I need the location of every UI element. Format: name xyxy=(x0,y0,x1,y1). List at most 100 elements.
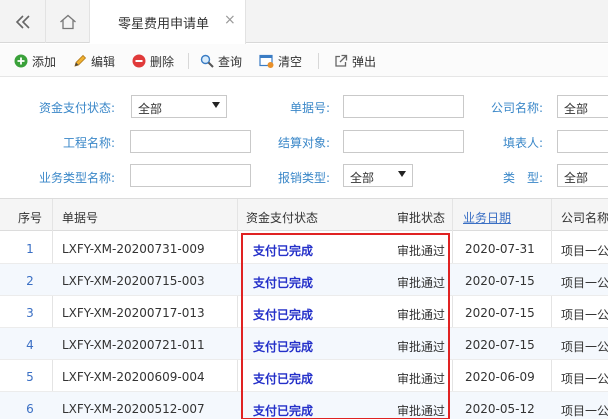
search-button[interactable]: 查询 xyxy=(200,52,242,70)
cell-biz-date: 2020-07-31 xyxy=(465,242,535,256)
cell-approve-status: 审批通过 xyxy=(397,340,446,354)
external-link-icon xyxy=(335,54,348,67)
pay-status-select[interactable]: 全部 xyxy=(131,95,227,118)
cell-pay-status: 支付已完成 xyxy=(253,340,314,354)
cell-index: 4 xyxy=(26,338,34,352)
table-row[interactable]: 2 LXFY-XM-20200715-003 支付已完成 审批通过 2020-07-15… xyxy=(0,264,608,296)
double-chevron-left-icon xyxy=(15,14,30,29)
plus-circle-icon xyxy=(14,54,28,68)
biztype-input[interactable] xyxy=(130,164,251,187)
column-header-biz-date[interactable]: 业务日期 xyxy=(463,209,511,226)
table-row[interactable]: 3 LXFY-XM-20200717-013 支付已完成 审批通过 2020-07-15… xyxy=(0,296,608,328)
reimb-type-value: 全部 xyxy=(350,171,375,185)
company-select[interactable]: 全部 xyxy=(557,95,608,118)
cell-index: 3 xyxy=(26,306,34,320)
add-button[interactable]: 添加 xyxy=(14,52,56,70)
tab-bar: 零星费用申请单 × xyxy=(0,0,608,44)
cell-company: 项目一公 xyxy=(561,404,608,418)
search-label: 查询 xyxy=(218,54,243,69)
column-header-index: 序号 xyxy=(18,211,43,225)
filler-input[interactable] xyxy=(557,130,608,153)
cell-doc-no: LXFY-XM-20200512-007 xyxy=(62,402,205,416)
settle-input[interactable] xyxy=(343,130,464,153)
cell-approve-status: 审批通过 xyxy=(397,276,446,290)
cell-approve-status: 审批通过 xyxy=(397,404,446,418)
settle-label: 结算对象: xyxy=(277,136,330,150)
toolbar: 添加 编辑 删除 查询 清空 弹出 xyxy=(0,44,608,77)
cell-index: 2 xyxy=(26,274,34,288)
cell-company: 项目一公 xyxy=(561,340,608,354)
column-header-pay-status[interactable]: 资金支付状态 xyxy=(246,209,318,226)
cell-index: 1 xyxy=(26,242,34,256)
caret-down-icon xyxy=(398,171,406,177)
toolbar-divider xyxy=(318,53,319,69)
cell-company: 项目一公 xyxy=(561,244,608,258)
reimb-type-label: 报销类型: xyxy=(277,171,330,185)
data-grid: 序号 单据号 资金支付状态 审批状态 业务日期 公司名称 1 LXFY-XM-20… xyxy=(0,198,608,419)
edit-button[interactable]: 编辑 xyxy=(73,52,115,70)
clear-button[interactable]: 清空 xyxy=(259,52,302,70)
home-icon xyxy=(59,14,76,29)
caret-down-icon xyxy=(212,102,220,108)
cell-biz-date: 2020-07-15 xyxy=(465,338,535,352)
home-tab[interactable] xyxy=(46,0,90,43)
delete-label: 删除 xyxy=(150,54,175,69)
table-row[interactable]: 1 LXFY-XM-20200731-009 支付已完成 审批通过 2020-07-31… xyxy=(0,232,608,264)
column-header-company[interactable]: 公司名称 xyxy=(561,209,608,226)
cell-biz-date: 2020-07-15 xyxy=(465,306,535,320)
cell-doc-no: LXFY-XM-20200717-013 xyxy=(62,306,205,320)
delete-button[interactable]: 删除 xyxy=(132,52,174,70)
clear-label: 清空 xyxy=(278,54,303,69)
popup-button[interactable]: 弹出 xyxy=(334,52,376,70)
cell-pay-status: 支付已完成 xyxy=(253,244,314,258)
column-header-doc-no[interactable]: 单据号 xyxy=(62,209,98,226)
cell-company: 项目一公 xyxy=(561,372,608,386)
biztype-label: 业务类型名称: xyxy=(38,171,115,185)
table-row[interactable]: 5 LXFY-XM-20200609-004 支付已完成 审批通过 2020-06-09… xyxy=(0,360,608,392)
type-label: 类 型: xyxy=(502,171,543,185)
cell-approve-status: 审批通过 xyxy=(397,244,446,258)
pencil-icon xyxy=(74,54,87,67)
company-value: 全部 xyxy=(564,102,589,116)
cell-doc-no: LXFY-XM-20200731-009 xyxy=(62,242,205,256)
close-icon[interactable]: × xyxy=(224,12,236,28)
filter-form: 资金支付状态: 全部 单据号: 公司名称: 全部 工程名称: 结算对象: 填表人… xyxy=(0,78,608,196)
cell-pay-status: 支付已完成 xyxy=(253,308,314,322)
company-label: 公司名称: xyxy=(490,101,543,115)
cell-company: 项目一公 xyxy=(561,276,608,290)
project-input[interactable] xyxy=(130,130,251,153)
table-row[interactable]: 6 LXFY-XM-20200512-007 支付已完成 审批通过 2020-05-12… xyxy=(0,392,608,419)
grid-header: 序号 单据号 资金支付状态 审批状态 业务日期 公司名称 xyxy=(0,199,608,231)
cell-biz-date: 2020-06-09 xyxy=(465,370,535,384)
reimb-type-select[interactable]: 全部 xyxy=(343,164,413,187)
table-row[interactable]: 4 LXFY-XM-20200721-011 支付已完成 审批通过 2020-07-15… xyxy=(0,328,608,360)
type-value: 全部 xyxy=(564,171,589,185)
cell-pay-status: 支付已完成 xyxy=(253,404,314,418)
cell-index: 6 xyxy=(26,402,34,416)
minus-circle-icon xyxy=(132,54,146,68)
filler-label: 填表人: xyxy=(502,136,543,150)
add-label: 添加 xyxy=(32,54,57,69)
pay-status-label: 资金支付状态: xyxy=(38,101,115,115)
doc-no-input[interactable] xyxy=(343,95,464,118)
tab-petty-expense[interactable]: 零星费用申请单 × xyxy=(90,0,246,44)
cell-company: 项目一公 xyxy=(561,308,608,322)
cell-pay-status: 支付已完成 xyxy=(253,372,314,386)
cell-approve-status: 审批通过 xyxy=(397,308,446,322)
project-label: 工程名称: xyxy=(62,136,115,150)
cell-doc-no: LXFY-XM-20200721-011 xyxy=(62,338,205,352)
cell-doc-no: LXFY-XM-20200609-004 xyxy=(62,370,205,384)
app-root: 零星费用申请单 × 添加 编辑 删除 查询 清空 弹出 资金支付状态: 全部 单… xyxy=(0,0,608,419)
pay-status-value: 全部 xyxy=(138,102,163,116)
column-header-approve-status[interactable]: 审批状态 xyxy=(397,209,445,226)
cell-biz-date: 2020-07-15 xyxy=(465,274,535,288)
tab-title: 零星费用申请单 xyxy=(118,17,210,32)
type-select[interactable]: 全部 xyxy=(557,164,608,187)
clear-form-icon xyxy=(259,54,274,68)
cell-pay-status: 支付已完成 xyxy=(253,276,314,290)
collapse-sidebar-button[interactable] xyxy=(0,0,46,43)
toolbar-divider xyxy=(188,53,189,69)
edit-label: 编辑 xyxy=(91,54,116,69)
cell-biz-date: 2020-05-12 xyxy=(465,402,535,416)
cell-approve-status: 审批通过 xyxy=(397,372,446,386)
